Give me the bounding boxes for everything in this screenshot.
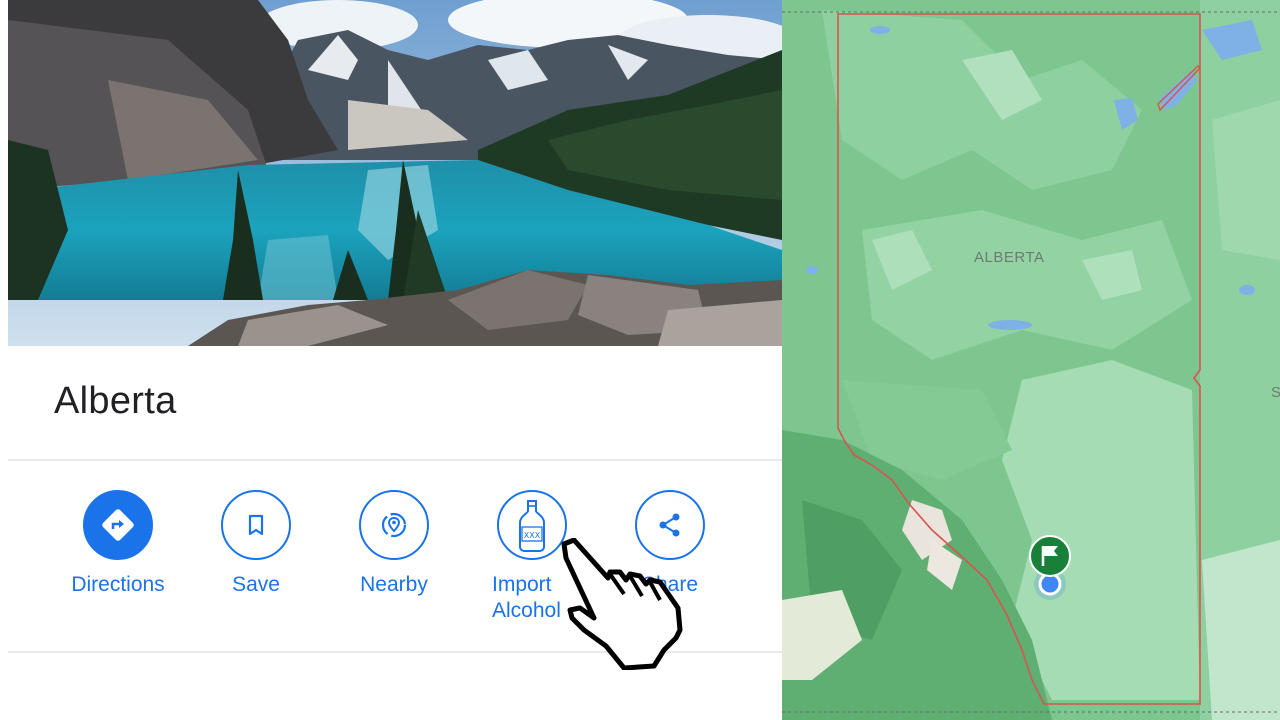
directions-circle[interactable] xyxy=(83,490,153,560)
directions-button[interactable]: Directions xyxy=(48,490,188,598)
import-alcohol-button[interactable]: XXX Import Alcohol xyxy=(462,490,602,624)
bottle-icon: XXX xyxy=(519,500,545,552)
lake-landscape-image xyxy=(8,0,782,346)
bookmark-icon xyxy=(248,514,264,536)
share-icon xyxy=(659,513,680,537)
action-bar: Directions Save Nearby XXX Import Alcoho… xyxy=(8,490,782,640)
place-title: Alberta xyxy=(54,380,177,422)
import-alcohol-circle[interactable]: XXX xyxy=(497,490,567,560)
divider xyxy=(8,651,782,653)
share-button[interactable]: Share xyxy=(600,490,740,598)
map-edge-label: S xyxy=(1271,384,1280,401)
save-label: Save xyxy=(232,573,280,596)
svg-text:XXX: XXX xyxy=(524,531,541,540)
nearby-circle[interactable] xyxy=(359,490,429,560)
directions-icon xyxy=(102,509,134,541)
nearby-icon xyxy=(381,512,407,538)
map-view[interactable]: ALBERTA S xyxy=(782,0,1280,720)
place-panel: Alberta Directions Save Nearby XXX Impor… xyxy=(0,0,782,720)
share-circle[interactable] xyxy=(635,490,705,560)
map-province-label: ALBERTA xyxy=(974,249,1045,266)
nearby-label: Nearby xyxy=(360,573,428,596)
save-button[interactable]: Save xyxy=(186,490,326,598)
panel-edge xyxy=(0,0,8,720)
map-canvas[interactable] xyxy=(782,0,1280,720)
directions-label: Directions xyxy=(71,573,165,596)
import-alcohol-label: Import Alcohol xyxy=(492,573,561,622)
save-circle[interactable] xyxy=(221,490,291,560)
nearby-button[interactable]: Nearby xyxy=(324,490,464,598)
hero-photo[interactable] xyxy=(8,0,782,346)
share-label: Share xyxy=(641,573,699,596)
divider xyxy=(8,459,782,461)
